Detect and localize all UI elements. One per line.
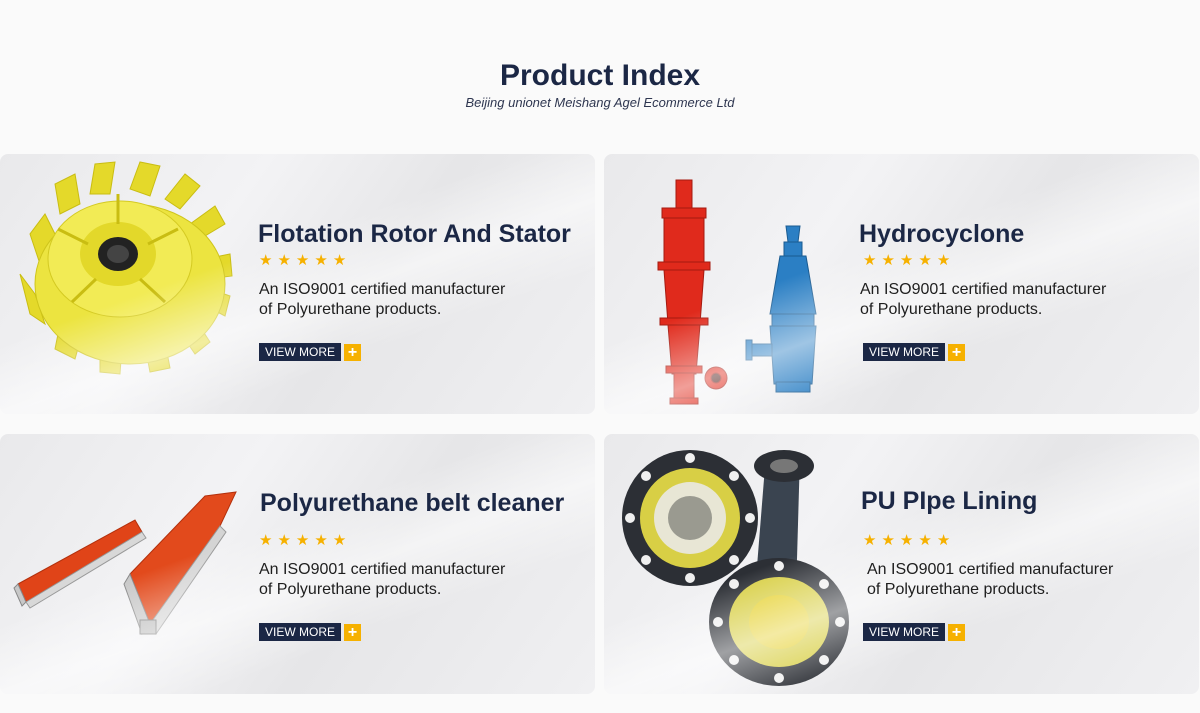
- hydrocyclone-image[interactable]: [604, 154, 844, 414]
- description-line: An ISO9001 certified manufacturer: [860, 281, 1107, 298]
- description-line: of Polyurethane products.: [259, 581, 442, 598]
- view-more-label[interactable]: VIEW MORE: [259, 623, 341, 641]
- product-title[interactable]: Flotation Rotor And Stator: [258, 220, 571, 249]
- star-icon: ★: [863, 252, 877, 269]
- description-line: of Polyurethane products.: [867, 581, 1050, 598]
- pipe-lining-image[interactable]: [604, 434, 859, 694]
- plus-icon[interactable]: +: [948, 343, 965, 361]
- product-title[interactable]: Polyurethane belt cleaner: [260, 489, 564, 518]
- rating-stars: ★ ★ ★ ★ ★: [863, 253, 950, 268]
- star-icon: ★: [259, 252, 273, 269]
- star-icon: ★: [295, 532, 310, 549]
- rating-stars: ★ ★ ★ ★ ★: [863, 533, 950, 548]
- product-card-pipe-lining[interactable]: PU PIpe Lining ★ ★ ★ ★ ★ An ISO9001 cert…: [604, 434, 1199, 694]
- view-more-button[interactable]: VIEW MORE +: [259, 623, 361, 641]
- plus-icon[interactable]: +: [344, 343, 361, 361]
- star-icon: ★: [863, 532, 877, 549]
- product-title[interactable]: PU PIpe Lining: [861, 487, 1037, 516]
- star-icon: ★: [918, 532, 932, 549]
- page-subtitle: Beijing unionet Meishang Agel Ecommerce …: [465, 95, 735, 110]
- belt-cleaner-image[interactable]: [0, 434, 250, 694]
- rating-stars: ★ ★ ★ ★ ★: [259, 533, 346, 548]
- description-line: An ISO9001 certified manufacturer: [259, 281, 506, 298]
- page-title: Product Index: [499, 59, 701, 92]
- star-icon: ★: [936, 252, 951, 269]
- star-icon: ★: [881, 532, 895, 549]
- star-icon: ★: [918, 252, 932, 269]
- product-card-belt-cleaner[interactable]: Polyurethane belt cleaner ★ ★ ★ ★ ★ An I…: [0, 434, 595, 694]
- view-more-label[interactable]: VIEW MORE: [863, 343, 945, 361]
- star-icon: ★: [277, 532, 291, 549]
- product-description: An ISO9001 certified manufacturer of Pol…: [860, 280, 1106, 320]
- plus-icon[interactable]: +: [948, 623, 965, 641]
- rating-stars: ★ ★ ★ ★ ★: [259, 253, 346, 268]
- description-line: of Polyurethane products.: [259, 301, 442, 318]
- flotation-rotor-image[interactable]: [0, 154, 240, 414]
- star-icon: ★: [899, 532, 914, 549]
- star-icon: ★: [259, 532, 273, 549]
- product-card-hydrocyclone[interactable]: Hydrocyclone ★ ★ ★ ★ ★ An ISO9001 certif…: [604, 154, 1199, 414]
- product-card-flotation-rotor[interactable]: Flotation Rotor And Stator ★ ★ ★ ★ ★ An …: [0, 154, 595, 414]
- star-icon: ★: [936, 532, 951, 549]
- description-line: An ISO9001 certified manufacturer: [867, 561, 1114, 578]
- star-icon: ★: [277, 252, 291, 269]
- view-more-label[interactable]: VIEW MORE: [863, 623, 945, 641]
- view-more-button[interactable]: VIEW MORE +: [863, 623, 965, 641]
- section-header: Product Index Beijing unionet Meishang A…: [0, 58, 1200, 110]
- description-line: of Polyurethane products.: [860, 301, 1043, 318]
- product-description: An ISO9001 certified manufacturer of Pol…: [259, 560, 505, 600]
- view-more-button[interactable]: VIEW MORE +: [863, 343, 965, 361]
- product-description: An ISO9001 certified manufacturer of Pol…: [867, 560, 1113, 600]
- view-more-button[interactable]: VIEW MORE +: [259, 343, 361, 361]
- star-icon: ★: [314, 252, 328, 269]
- description-line: An ISO9001 certified manufacturer: [259, 561, 506, 578]
- product-title[interactable]: Hydrocyclone: [859, 220, 1024, 249]
- star-icon: ★: [881, 252, 895, 269]
- star-icon: ★: [332, 532, 347, 549]
- product-description: An ISO9001 certified manufacturer of Pol…: [259, 280, 505, 320]
- star-icon: ★: [314, 532, 328, 549]
- star-icon: ★: [332, 252, 347, 269]
- star-icon: ★: [295, 252, 310, 269]
- plus-icon[interactable]: +: [344, 623, 361, 641]
- view-more-label[interactable]: VIEW MORE: [259, 343, 341, 361]
- star-icon: ★: [899, 252, 914, 269]
